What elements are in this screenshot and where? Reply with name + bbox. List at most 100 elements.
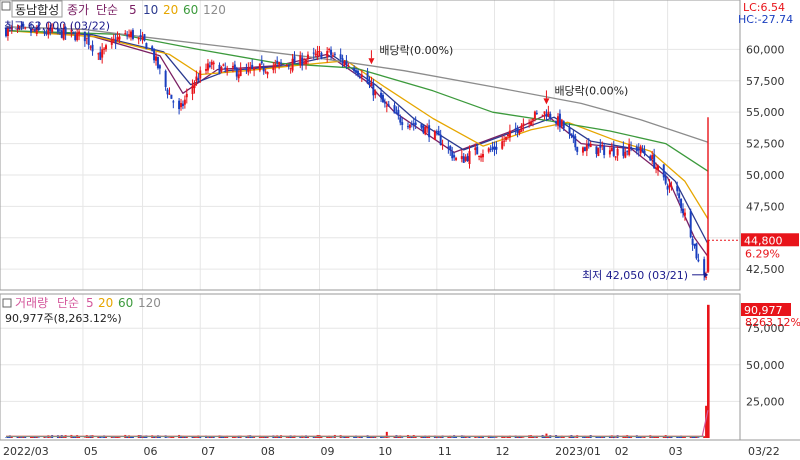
candle-body	[339, 54, 342, 59]
price-y-tick: 50,000	[746, 169, 785, 182]
volume-bar	[235, 437, 238, 438]
candle-body	[220, 66, 223, 72]
candle-body	[414, 122, 417, 125]
candle-body	[464, 156, 467, 161]
candle-body	[222, 64, 225, 66]
candle-body	[522, 123, 525, 127]
candle-body	[178, 100, 181, 110]
candle-body	[487, 148, 490, 152]
candle-body	[272, 66, 275, 71]
candle-body	[589, 143, 592, 148]
candle-body	[87, 34, 90, 46]
candle-body	[141, 36, 144, 40]
candle-body	[105, 45, 108, 50]
candle-body	[233, 64, 236, 69]
candle-body	[549, 113, 552, 119]
candle-body	[226, 67, 229, 72]
candle-body	[185, 93, 188, 98]
price-y-tick: 47,500	[746, 200, 785, 213]
volume-bar	[493, 437, 496, 438]
candle-body	[610, 147, 613, 152]
candle-body	[670, 185, 673, 187]
candle-body	[481, 154, 484, 158]
candle-body	[156, 56, 159, 69]
volume-bar	[574, 437, 577, 438]
candle-body	[393, 105, 396, 114]
candle-body	[506, 134, 509, 137]
x-tick: 09	[320, 445, 334, 458]
candle-body	[624, 151, 627, 158]
candle-body	[99, 52, 102, 60]
candle-body	[514, 128, 517, 130]
volume-bar	[558, 437, 561, 438]
candle-body	[462, 156, 465, 163]
x-tick-last: 03/22	[748, 445, 780, 458]
candle-body	[145, 43, 148, 50]
candle-body	[451, 151, 454, 159]
hc-label: HC:-27.74	[738, 13, 793, 26]
candle-body	[581, 147, 584, 153]
candle-body	[399, 117, 402, 123]
volume-bar	[466, 437, 469, 438]
candle-body	[110, 39, 113, 45]
volume-bar	[437, 437, 440, 438]
candle-body	[318, 51, 321, 53]
candle-body	[262, 66, 265, 72]
price-panel-toggle-icon[interactable]	[1, 1, 11, 11]
candle-body	[128, 34, 131, 37]
candle-body	[410, 123, 413, 125]
candle-body	[641, 148, 644, 152]
volume-panel-toggle-icon[interactable]	[2, 298, 12, 308]
candle-body	[412, 123, 415, 125]
candle-body	[260, 61, 263, 64]
stock-title: 동남합성	[15, 3, 59, 17]
candle-body	[231, 65, 234, 68]
volume-bar	[299, 437, 302, 438]
candle-body	[191, 85, 194, 94]
x-tick: 11	[438, 445, 452, 458]
candle-body	[358, 77, 361, 79]
candle-body	[103, 48, 106, 50]
volume-info: 90,977주(8,263.12%)	[5, 312, 122, 325]
candle-body	[387, 104, 390, 106]
volume-bar	[505, 437, 508, 438]
candle-body	[508, 130, 511, 138]
candle-body	[612, 146, 615, 156]
candle-body	[266, 72, 269, 75]
candle-body	[137, 37, 140, 40]
candle-body	[441, 144, 444, 146]
annotation-event-arrow	[543, 98, 550, 105]
x-tick: 06	[144, 445, 158, 458]
candle-body	[74, 35, 77, 41]
candle-body	[649, 156, 652, 161]
annotation-high: 최고 62,000 (03/22)	[4, 19, 110, 32]
candle-body	[112, 38, 115, 41]
annotation-low: 최저 42,050 (03/21)	[582, 269, 688, 282]
x-tick: 10	[378, 445, 392, 458]
candle-body	[316, 51, 319, 56]
candle-body	[635, 146, 638, 152]
candle-body	[210, 61, 213, 65]
candle-body	[449, 146, 452, 151]
ma-line-20	[5, 29, 709, 220]
candle-body	[437, 130, 440, 136]
candle-body	[126, 35, 129, 37]
candle-body	[535, 112, 538, 114]
volume-bar	[114, 437, 117, 438]
candle-body	[143, 34, 146, 41]
x-tick: 12	[496, 445, 510, 458]
volume-bar	[285, 437, 288, 438]
candle-body	[116, 37, 119, 41]
candle-body	[245, 68, 248, 70]
candle-body	[172, 101, 175, 103]
candle-body	[280, 62, 283, 64]
candle-body	[212, 62, 215, 65]
candle-body	[662, 164, 665, 178]
candle-body	[139, 34, 142, 37]
volume-bar	[168, 437, 171, 438]
candle-body	[424, 126, 427, 135]
volume-bar	[522, 437, 525, 438]
candle-body	[287, 65, 290, 67]
volume-y-tick: 50,000	[746, 359, 785, 372]
volume-bar	[356, 437, 359, 438]
